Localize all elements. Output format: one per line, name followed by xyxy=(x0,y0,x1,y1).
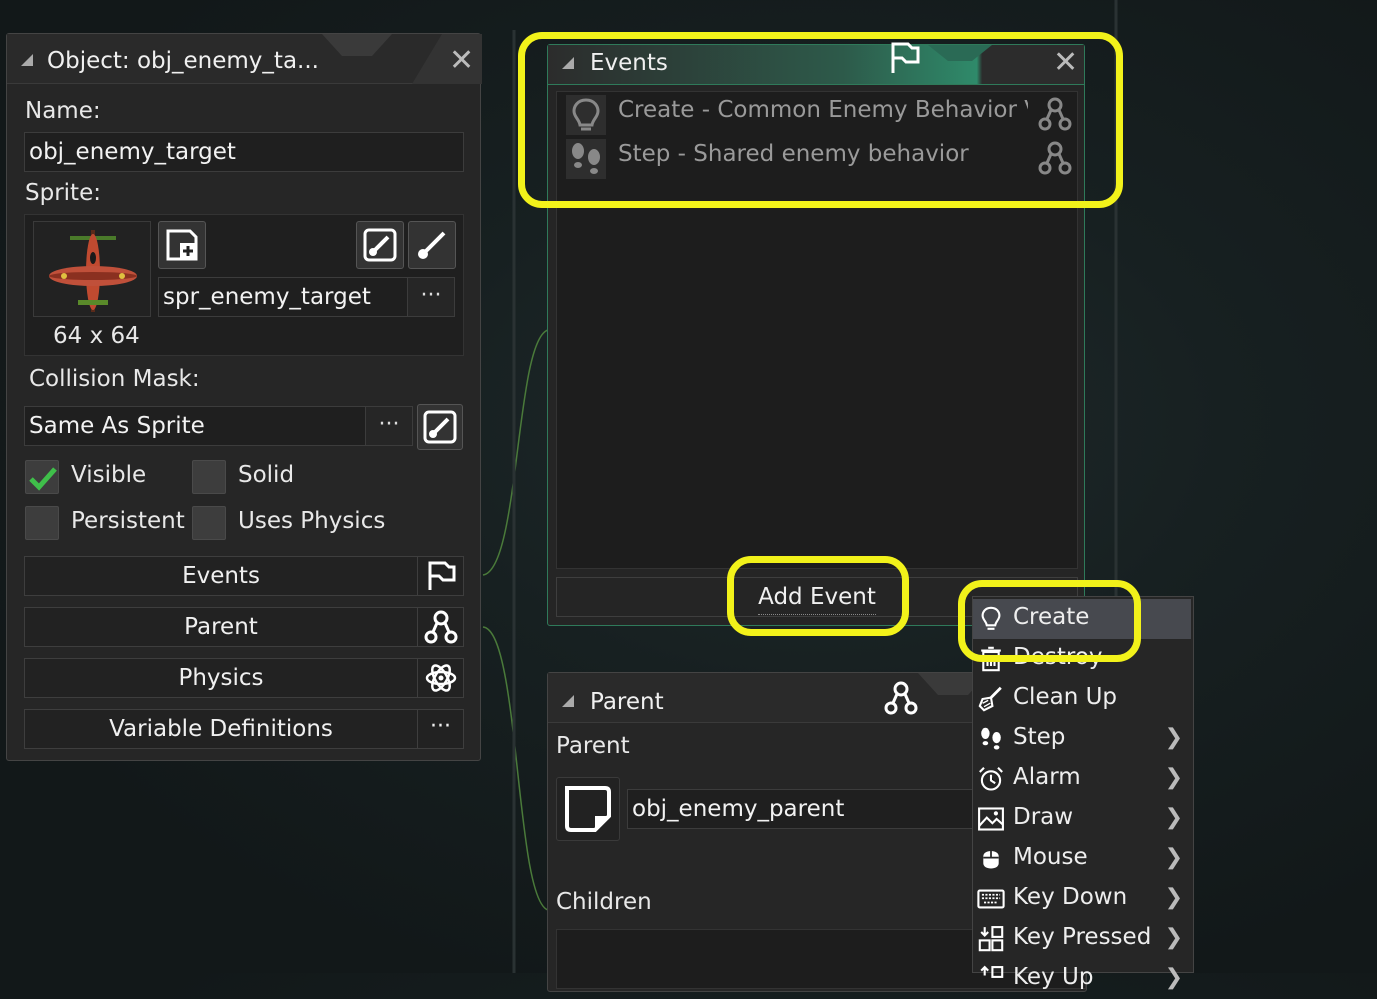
flag-icon xyxy=(417,556,463,596)
menu-item-draw[interactable]: Draw ❯ xyxy=(973,799,1191,839)
menu-item-key-pressed[interactable]: Key Pressed ❯ xyxy=(973,919,1191,959)
menu-item-label: Key Up xyxy=(1013,964,1094,990)
create-menu-highlight xyxy=(958,580,1141,662)
chevron-right-icon: ❯ xyxy=(1164,765,1183,790)
enemy-plane-image xyxy=(49,230,137,312)
menu-item-key-up[interactable]: Key Up ❯ xyxy=(973,959,1191,999)
sprite-label: Sprite: xyxy=(25,180,101,206)
alarm-clock-icon xyxy=(979,767,1003,791)
collision-mask-select[interactable]: Same As Sprite xyxy=(24,406,366,446)
name-label: Name: xyxy=(25,98,101,124)
menu-item-mouse[interactable]: Mouse ❯ xyxy=(973,839,1191,879)
menu-item-label: Alarm xyxy=(1013,764,1081,790)
uses-physics-label: Uses Physics xyxy=(238,508,386,534)
close-icon[interactable]: ✕ xyxy=(449,46,474,76)
mouse-icon xyxy=(983,849,999,869)
more-dots-icon: ··· xyxy=(417,709,463,749)
key-up-icon xyxy=(980,965,1004,978)
menu-item-label: Key Pressed xyxy=(1013,924,1152,950)
collision-mask-browse-button[interactable]: ··· xyxy=(365,406,413,446)
chevron-right-icon: ❯ xyxy=(1164,925,1183,950)
events-button[interactable]: Events xyxy=(24,556,464,596)
sprite-select[interactable]: spr_enemy_target xyxy=(158,277,408,317)
object-panel-header[interactable]: Object: obj_enemy_ta... ✕ xyxy=(7,34,482,84)
events-button-label: Events xyxy=(182,563,260,589)
edit-mask-button[interactable] xyxy=(417,404,463,450)
sprite-size: 64 x 64 xyxy=(53,323,140,349)
paintbrush-icon xyxy=(418,231,446,259)
keyboard-icon xyxy=(977,889,1005,909)
object-panel-title: Object: obj_enemy_ta... xyxy=(47,48,319,74)
chevron-right-icon: ❯ xyxy=(1164,965,1183,990)
chevron-right-icon: ❯ xyxy=(1164,885,1183,910)
sprite-box: 64 x 64 spr_enemy_target ··· xyxy=(24,214,464,356)
persistent-checkbox[interactable] xyxy=(25,506,59,540)
menu-item-label: Step xyxy=(1013,724,1066,750)
object-icon xyxy=(565,786,611,832)
collapse-icon[interactable] xyxy=(562,695,574,707)
solid-checkbox[interactable] xyxy=(192,460,226,494)
parent-label: Parent xyxy=(556,733,630,759)
variable-definitions-label: Variable Definitions xyxy=(109,716,333,742)
menu-item-clean-up[interactable]: Clean Up xyxy=(973,679,1191,719)
add-event-highlight xyxy=(727,556,909,636)
physics-button-label: Physics xyxy=(178,665,264,691)
edit-sprite-button[interactable] xyxy=(356,221,404,269)
paint-sprite-button[interactable] xyxy=(408,221,456,269)
uses-physics-checkbox[interactable] xyxy=(192,506,226,540)
parent-object-icon-button[interactable] xyxy=(556,777,620,841)
picture-icon xyxy=(978,807,1004,831)
collision-mask-label: Collision Mask: xyxy=(29,366,200,392)
broom-icon xyxy=(978,686,1002,712)
events-list-highlight xyxy=(518,32,1123,208)
physics-button[interactable]: Physics xyxy=(24,658,464,698)
hierarchy-icon xyxy=(884,681,918,719)
menu-item-label: Mouse xyxy=(1013,844,1088,870)
menu-item-label: Clean Up xyxy=(1013,684,1118,710)
menu-item-alarm[interactable]: Alarm ❯ xyxy=(973,759,1191,799)
name-input[interactable]: obj_enemy_target xyxy=(24,132,464,172)
hierarchy-icon xyxy=(417,607,463,647)
visible-checkbox[interactable] xyxy=(25,460,59,494)
key-pressed-icon xyxy=(978,926,1004,952)
collapse-icon[interactable] xyxy=(21,54,33,66)
parent-panel-title: Parent xyxy=(590,689,664,715)
menu-item-step[interactable]: Step ❯ xyxy=(973,719,1191,759)
chevron-right-icon: ❯ xyxy=(1164,805,1183,830)
object-panel: Object: obj_enemy_ta... ✕ Name: obj_enem… xyxy=(6,33,482,761)
sprite-preview[interactable] xyxy=(33,221,151,317)
chevron-right-icon: ❯ xyxy=(1164,725,1183,750)
visible-label: Visible xyxy=(71,462,147,488)
footsteps-icon xyxy=(981,727,1001,750)
menu-item-label: Draw xyxy=(1013,804,1074,830)
edit-mask-icon xyxy=(423,410,457,444)
new-sprite-icon xyxy=(166,229,198,261)
menu-item-key-down[interactable]: Key Down ❯ xyxy=(973,879,1191,919)
parent-button[interactable]: Parent xyxy=(24,607,464,647)
menu-item-label: Key Down xyxy=(1013,884,1128,910)
variable-definitions-button[interactable]: Variable Definitions ··· xyxy=(24,709,464,749)
parent-button-label: Parent xyxy=(184,614,258,640)
edit-sprite-icon xyxy=(363,228,397,262)
sprite-browse-button[interactable]: ··· xyxy=(407,277,455,317)
checkmark-icon xyxy=(29,467,57,491)
children-label: Children xyxy=(556,889,652,915)
atom-icon xyxy=(417,658,463,698)
chevron-right-icon: ❯ xyxy=(1164,845,1183,870)
persistent-label: Persistent xyxy=(71,508,185,534)
solid-label: Solid xyxy=(238,462,295,488)
new-sprite-button[interactable] xyxy=(158,221,206,269)
